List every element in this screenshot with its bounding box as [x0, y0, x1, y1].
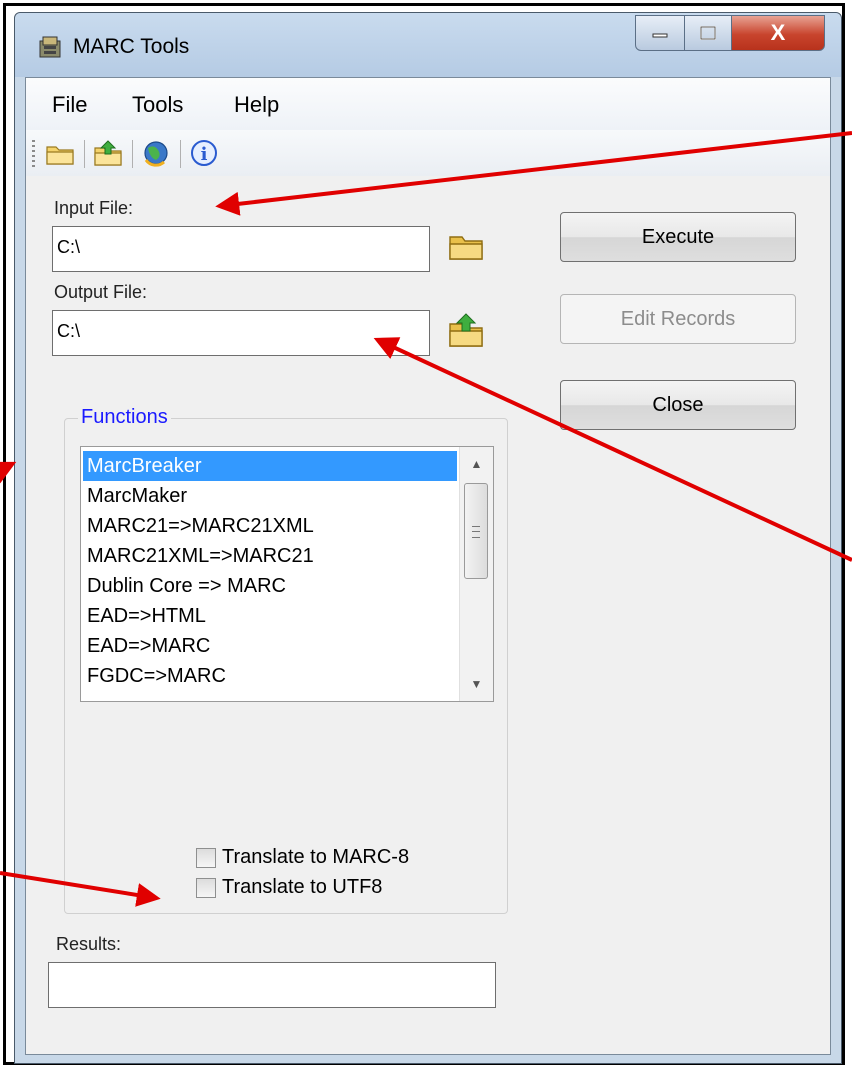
input-file-field[interactable]: C:\: [52, 226, 430, 272]
client-area: File Tools Help i Input File: C:\ Output…: [25, 77, 831, 1055]
scroll-down-icon[interactable]: ▼: [460, 669, 493, 699]
window-title: MARC Tools: [73, 35, 190, 58]
results-label: Results:: [56, 934, 122, 954]
toolbar-grip[interactable]: [32, 140, 35, 168]
marc-tools-window: MARC Tools X File Tools Help i Input Fil…: [14, 12, 842, 1064]
list-item-marc21-to-marc21xml[interactable]: MARC21=>MARC21XML: [83, 511, 457, 541]
browse-input-folder-icon[interactable]: [446, 228, 486, 264]
menu-bar: File Tools Help: [26, 78, 830, 130]
scroll-grip-icon: [472, 526, 480, 538]
app-icon: [39, 36, 61, 58]
toolbar-separator: [180, 140, 181, 168]
scroll-up-icon[interactable]: ▲: [460, 449, 493, 479]
info-icon[interactable]: i: [188, 138, 220, 168]
minimize-icon: [652, 33, 668, 38]
list-item-dublin-core-to-marc[interactable]: Dublin Core => MARC: [83, 571, 457, 601]
output-file-label: Output File:: [54, 282, 148, 302]
browse-output-folder-icon[interactable]: [446, 310, 486, 350]
list-item-ead-to-marc[interactable]: EAD=>MARC: [83, 631, 457, 661]
close-button[interactable]: Close: [560, 380, 796, 430]
translate-marc8-label[interactable]: Translate to MARC-8: [222, 846, 409, 869]
globe-update-icon[interactable]: [140, 138, 172, 168]
list-item-marcbreaker[interactable]: MarcBreaker: [83, 451, 457, 481]
functions-scrollbar[interactable]: ▲ ▼: [459, 447, 493, 701]
menu-help[interactable]: Help: [234, 92, 279, 118]
list-item-marcmaker[interactable]: MarcMaker: [83, 481, 457, 511]
functions-listbox[interactable]: MarcBreaker MarcMaker MARC21=>MARC21XML …: [80, 446, 494, 702]
translate-marc8-checkbox[interactable]: [196, 848, 216, 868]
list-item-fgdc-to-marc[interactable]: FGDC=>MARC: [83, 661, 457, 691]
menu-file[interactable]: File: [52, 92, 87, 118]
translate-utf8-label[interactable]: Translate to UTF8: [222, 876, 382, 899]
scroll-thumb[interactable]: [464, 483, 488, 579]
title-bar[interactable]: MARC Tools X: [15, 13, 841, 77]
toolbar-separator: [132, 140, 133, 168]
close-icon: X: [770, 20, 786, 45]
toolbar-separator: [84, 140, 85, 168]
toolbar: i: [26, 130, 830, 176]
functions-legend: Functions: [78, 406, 171, 429]
input-file-label: Input File:: [54, 198, 134, 218]
open-folder-icon[interactable]: [44, 138, 76, 168]
list-item-marc21xml-to-marc21[interactable]: MARC21XML=>MARC21: [83, 541, 457, 571]
save-folder-icon[interactable]: [92, 138, 124, 168]
close-window-button[interactable]: X: [731, 15, 825, 51]
edit-records-button[interactable]: Edit Records: [560, 294, 796, 344]
list-item-ead-to-html[interactable]: EAD=>HTML: [83, 601, 457, 631]
minimize-button[interactable]: [635, 15, 685, 51]
maximize-button[interactable]: [684, 15, 732, 51]
output-file-field[interactable]: C:\: [52, 310, 430, 356]
results-field[interactable]: [48, 962, 496, 1008]
translate-utf8-checkbox[interactable]: [196, 878, 216, 898]
execute-button[interactable]: Execute: [560, 212, 796, 262]
maximize-icon: [700, 26, 716, 40]
menu-tools[interactable]: Tools: [132, 92, 183, 118]
info-glyph: i: [201, 144, 208, 165]
